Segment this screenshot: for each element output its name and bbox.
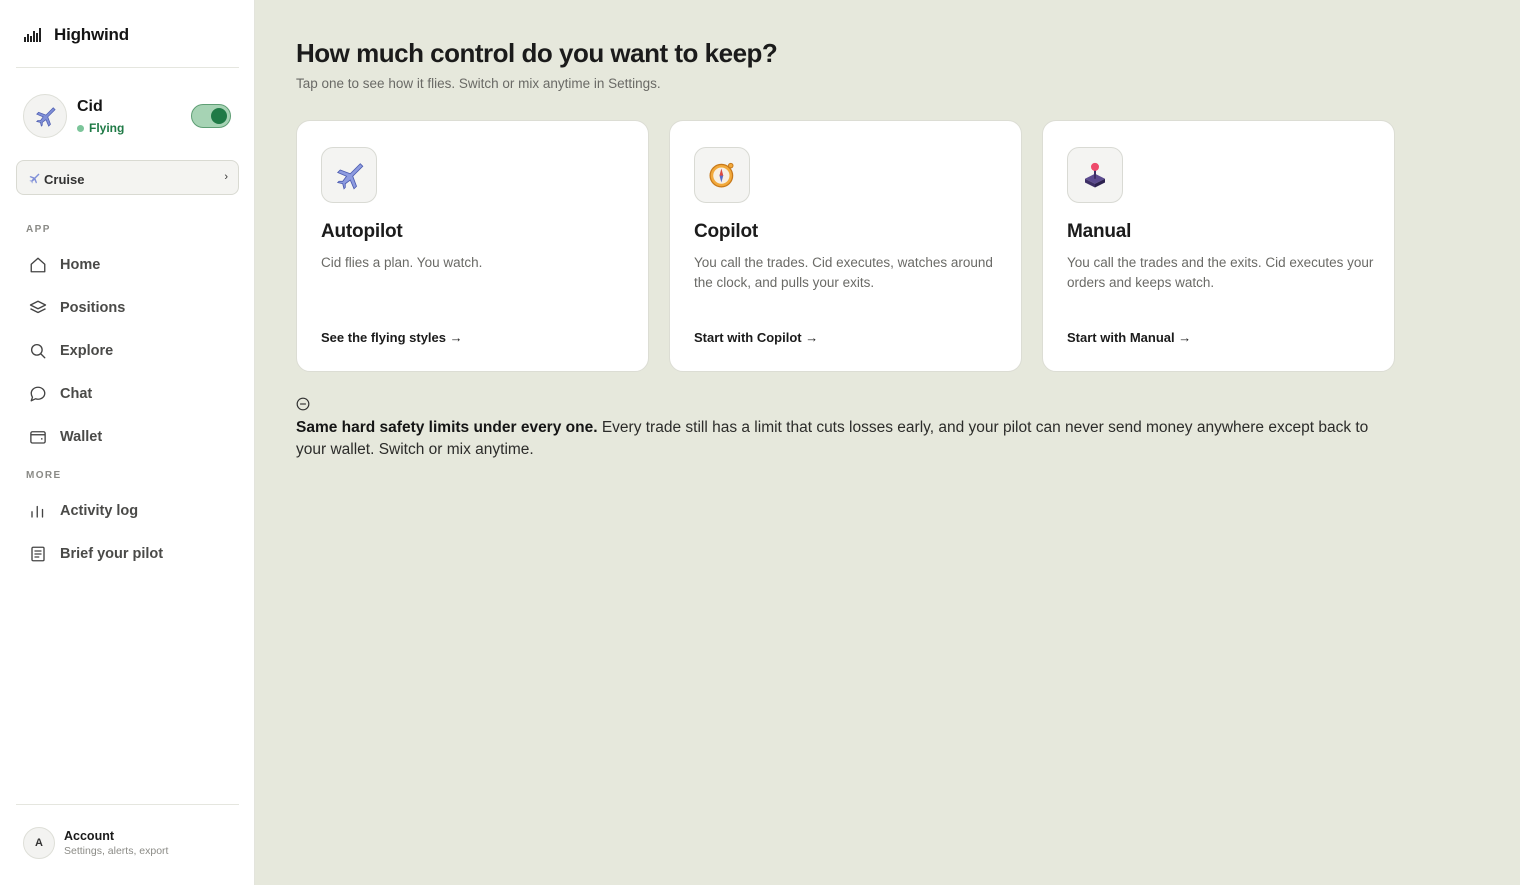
compass-icon <box>694 147 750 203</box>
nav-item-chat[interactable]: Chat <box>16 376 239 412</box>
airplane-icon <box>36 107 56 127</box>
chat-bubble-icon <box>29 385 47 403</box>
mode-select-value: Cruise <box>44 171 85 187</box>
nav-label: Brief your pilot <box>60 546 164 562</box>
nav-label: Wallet <box>60 429 103 445</box>
status-dot <box>77 124 84 132</box>
nav-item-wallet[interactable]: Wallet <box>16 419 239 455</box>
card-link[interactable]: Start with Manual → <box>1067 330 1191 345</box>
nav-item-brief-your-pilot[interactable]: Brief your pilot <box>16 536 239 572</box>
card-description: You call the trades. Cid executes, watch… <box>694 255 993 290</box>
nav-item-activity-log[interactable]: Activity log <box>16 493 239 529</box>
layers-icon <box>29 299 47 317</box>
account-title: Account <box>64 829 114 843</box>
card-link[interactable]: Start with Copilot → <box>694 330 818 345</box>
pilot-status-label: Flying <box>89 121 125 135</box>
account-button[interactable]: A Account Settings, alerts, export <box>23 826 239 860</box>
nav-section-app: APP <box>26 224 51 235</box>
flying-toggle[interactable] <box>191 104 231 128</box>
sidebar: Highwind Cid Flying Cruise › APP Home Po… <box>0 0 255 885</box>
card-link[interactable]: See the flying styles → <box>321 330 463 345</box>
pilot-avatar[interactable] <box>23 94 67 138</box>
card-copilot[interactable]: Copilot You call the trades. Cid execute… <box>669 120 1022 372</box>
toggle-knob <box>211 108 227 124</box>
card-autopilot[interactable]: Autopilot Cid flies a plan. You watch. S… <box>296 120 649 372</box>
document-icon <box>29 545 47 563</box>
card-title: Autopilot <box>321 221 403 242</box>
nav-label: Positions <box>60 300 126 316</box>
airplane-icon <box>321 147 377 203</box>
pilot-name: Cid <box>77 98 103 115</box>
card-description: Cid flies a plan. You watch. <box>321 255 483 270</box>
safety-note: Same hard safety limits under every one.… <box>296 417 1396 461</box>
account-text: Account Settings, alerts, export <box>64 829 168 857</box>
nav-item-positions[interactable]: Positions <box>16 290 239 326</box>
page-subtitle: Tap one to see how it flies. Switch or m… <box>296 76 661 91</box>
page-title: How much control do you want to keep? <box>296 38 778 68</box>
avatar: A <box>23 827 55 859</box>
airplane-icon <box>29 173 40 183</box>
card-title: Manual <box>1067 221 1132 242</box>
nav-item-explore[interactable]: Explore <box>16 333 239 369</box>
chevron-right-icon: › <box>224 171 228 183</box>
nav-label: Home <box>60 257 101 273</box>
pilot-card: Cid Flying <box>23 94 239 138</box>
nav-section-more: MORE <box>26 470 62 481</box>
nav-label: Activity log <box>60 503 139 519</box>
nav-label: Chat <box>60 386 93 402</box>
nav-label: Explore <box>60 343 114 359</box>
card-title: Copilot <box>694 221 759 242</box>
bar-chart-icon <box>29 502 47 520</box>
safety-note-bold: Same hard safety limits under every one. <box>296 419 598 436</box>
brand[interactable]: Highwind <box>24 24 129 46</box>
pilot-status: Flying <box>77 121 124 135</box>
wallet-icon <box>29 428 47 446</box>
nav-item-home[interactable]: Home <box>16 247 239 283</box>
card-description: You call the trades and the exits. Cid e… <box>1067 255 1374 290</box>
app-name: Highwind <box>54 25 129 44</box>
joystick-icon <box>1067 147 1123 203</box>
divider <box>16 804 239 805</box>
account-subtitle: Settings, alerts, export <box>64 845 169 857</box>
logo-icon <box>24 28 42 42</box>
mode-select[interactable]: Cruise › <box>16 160 239 195</box>
home-icon <box>29 256 47 274</box>
search-icon <box>29 342 47 360</box>
divider <box>16 67 239 68</box>
minus-circle-icon <box>296 397 310 416</box>
card-manual[interactable]: Manual You call the trades and the exits… <box>1042 120 1395 372</box>
